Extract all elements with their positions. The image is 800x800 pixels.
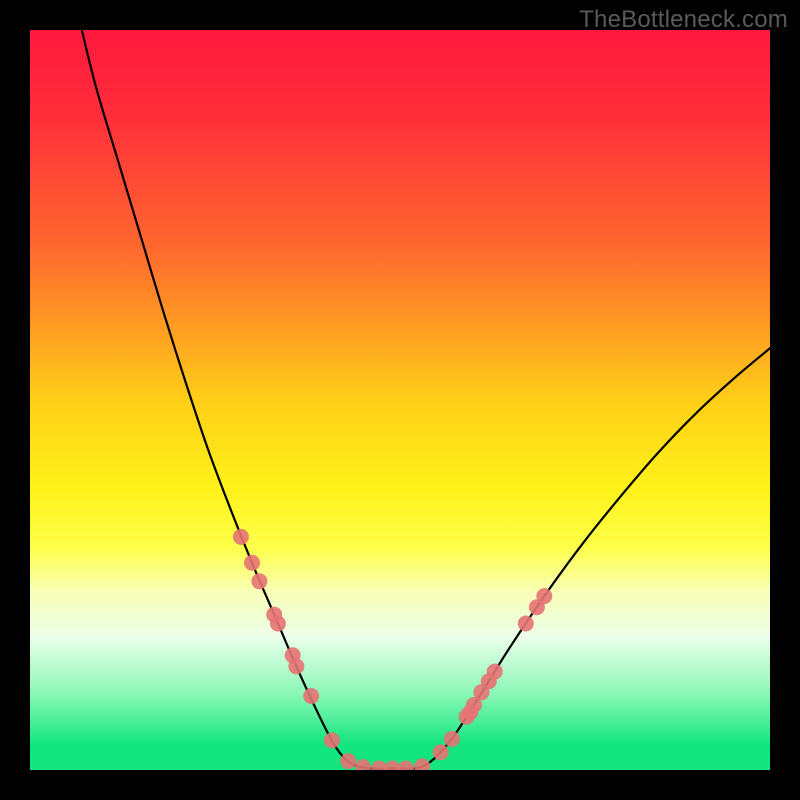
curve-marker xyxy=(233,529,249,545)
curve-marker xyxy=(324,732,340,748)
curve-marker xyxy=(518,615,534,631)
chart-frame: TheBottleneck.com xyxy=(0,0,800,800)
curve-marker xyxy=(303,688,319,704)
curve-marker xyxy=(340,753,356,769)
gradient-background xyxy=(30,30,770,770)
curve-marker xyxy=(536,588,552,604)
curve-marker xyxy=(433,744,449,760)
curve-marker xyxy=(244,555,260,571)
curve-marker xyxy=(487,664,503,680)
plot-area xyxy=(30,30,770,770)
curve-marker xyxy=(444,731,460,747)
curve-marker xyxy=(270,615,286,631)
curve-marker xyxy=(288,658,304,674)
curve-marker xyxy=(251,573,267,589)
chart-svg xyxy=(30,30,770,770)
